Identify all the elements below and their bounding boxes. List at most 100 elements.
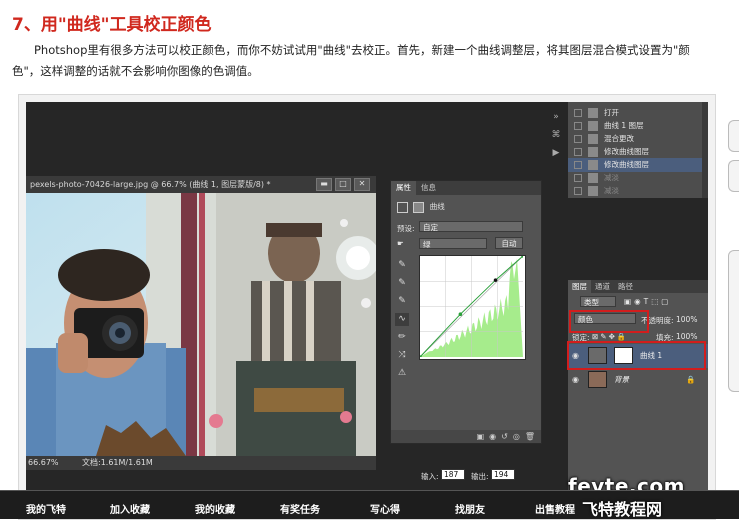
status-bar: 66.67% 文档:1.61M/1.61M [26, 456, 376, 470]
actions-tool-icon[interactable]: ▶ [546, 144, 566, 162]
curve-graph[interactable] [418, 254, 526, 360]
preset-label: 预设: [397, 224, 415, 233]
tab-paths[interactable]: 路径 [614, 280, 637, 293]
article-paragraph: Photshop里有很多方法可以校正颜色，而你不妨试试用"曲线"去校正。首先，新… [12, 43, 690, 78]
trash-icon[interactable]: 🗑 [525, 432, 535, 441]
preset-value: 自定 [423, 223, 438, 232]
history-item[interactable]: 混合更改 [568, 132, 702, 146]
history-checkbox[interactable] [574, 187, 582, 195]
eyedropper-white-icon[interactable]: ✎ [395, 295, 409, 308]
output-label: 输出: [471, 472, 489, 481]
doc-size-info: 文档:1.61M/1.61M [82, 458, 153, 467]
document-canvas[interactable] [26, 193, 376, 456]
history-checkbox[interactable] [574, 174, 582, 182]
side-widget-2[interactable] [728, 160, 739, 192]
zoom-level[interactable]: 66.67% [28, 456, 59, 470]
view-previous-icon[interactable]: ◉ [489, 432, 496, 441]
curve-control-point[interactable] [458, 312, 463, 317]
input-value-field[interactable]: 187 [441, 469, 465, 480]
curve-plot [418, 254, 525, 359]
tab-info[interactable]: 信息 [416, 181, 441, 195]
minimize-icon[interactable]: ▬ [316, 178, 332, 191]
tab-layers[interactable]: 图层 [568, 280, 591, 293]
document-tab-title: pexels-photo-70426-large.jpg @ 66.7% (曲线… [30, 180, 271, 189]
history-item[interactable]: 修改曲线图层 [568, 145, 702, 159]
history-state-icon [588, 108, 598, 118]
clipping-warning-icon[interactable]: ⚠ [395, 367, 409, 380]
reset-icon[interactable]: ↺ [501, 432, 508, 441]
lock-icon: 🔒 [686, 375, 696, 384]
close-icon[interactable]: ✕ [354, 178, 370, 191]
target-adjust-icon[interactable]: ☛ [397, 239, 404, 248]
history-scrollbar[interactable] [702, 102, 708, 198]
fill-value[interactable]: 100% [676, 332, 697, 341]
history-state-icon [588, 160, 598, 170]
history-item-label: 打开 [604, 108, 619, 117]
blend-mode-highlight [569, 310, 649, 333]
background-thumbnail [588, 371, 607, 388]
history-item-label: 曲线 1 图层 [604, 121, 644, 130]
footer-link[interactable]: 找朋友 [455, 501, 485, 516]
history-item-label: 修改曲线图层 [604, 147, 649, 156]
visibility-icon[interactable]: ◎ [513, 432, 520, 441]
history-tool-icon[interactable]: ⌘ [546, 126, 566, 144]
side-tool-icons: » ⌘ ▶ [546, 108, 566, 258]
curves-layer-highlight [567, 341, 706, 370]
history-checkbox[interactable] [574, 135, 582, 143]
history-item-label: 减淡 [604, 186, 619, 195]
eyedropper-black-icon[interactable]: ✎ [395, 259, 409, 272]
history-checkbox[interactable] [574, 161, 582, 169]
side-share-widget[interactable] [728, 250, 739, 392]
auto-button[interactable]: 自动 [495, 237, 523, 249]
eye-icon[interactable]: ◉ [572, 368, 582, 392]
watermark-site: 飞特教程网 [582, 500, 663, 519]
properties-footer: ▣ ◉ ↺ ◎ 🗑 [391, 430, 541, 443]
history-item[interactable]: 曲线 1 图层 [568, 119, 702, 133]
footer-link[interactable]: 写心得 [370, 501, 400, 516]
footer-link[interactable]: 我的飞特 [26, 501, 66, 516]
history-checkbox[interactable] [574, 122, 582, 130]
preset-dropdown[interactable]: 自定 [419, 221, 523, 232]
history-item-label: 修改曲线图层 [604, 160, 649, 169]
input-label: 输入: [421, 472, 439, 481]
history-item[interactable]: 修改曲线图层 [568, 158, 702, 172]
collapse-arrows-icon[interactable]: » [546, 108, 566, 126]
document-window-controls: ▬ □ ✕ [316, 176, 370, 193]
opacity-value[interactable]: 100% [676, 315, 697, 324]
layer-background-name: 背景 [614, 375, 629, 384]
channel-value: 绿 [423, 240, 431, 249]
maximize-icon[interactable]: □ [335, 178, 351, 191]
smooth-tool-icon[interactable]: ⤨ [395, 349, 409, 362]
history-item[interactable]: 减淡 [568, 184, 702, 198]
adjustment-mask-icon [413, 201, 425, 213]
footer-link[interactable]: 有奖任务 [280, 501, 320, 516]
history-panel: 打开 曲线 1 图层 混合更改 修改曲线图层 修改曲线图层 减淡 减淡 [568, 102, 702, 198]
layer-kind-filter[interactable]: 类型 [580, 296, 616, 307]
layer-background[interactable]: ◉ 背景 🔒 [568, 368, 708, 392]
history-item[interactable]: 打开 [568, 106, 702, 120]
article-heading: 7、用"曲线"工具校正颜色 [12, 15, 212, 35]
curve-control-point[interactable] [493, 278, 498, 282]
footer-link[interactable]: 出售教程 [535, 501, 575, 516]
curve-point-tool-icon[interactable]: ∿ [395, 313, 409, 326]
history-state-icon [588, 186, 598, 196]
footer-link[interactable]: 加入收藏 [110, 501, 150, 516]
channel-dropdown[interactable]: 绿 [419, 238, 487, 249]
history-checkbox[interactable] [574, 109, 582, 117]
history-item-label: 混合更改 [604, 134, 634, 143]
tab-properties[interactable]: 属性 [391, 181, 416, 195]
tab-channels[interactable]: 通道 [591, 280, 614, 293]
footer-link[interactable]: 我的收藏 [195, 501, 235, 516]
panel-name: 曲线 [429, 202, 445, 211]
history-checkbox[interactable] [574, 148, 582, 156]
clip-to-layer-icon[interactable]: ▣ [477, 432, 485, 441]
eyedropper-gray-icon[interactable]: ✎ [395, 277, 409, 290]
output-value-field[interactable]: 194 [491, 469, 515, 480]
footer-center-text: PhotoShop平面设计吧 【www.lineco.com/tieba/178… [330, 3, 679, 17]
filter-icons[interactable]: ▣◉T⬚▢ [624, 297, 671, 306]
side-widget-1[interactable] [728, 120, 739, 152]
history-item[interactable]: 减淡 [568, 171, 702, 185]
history-state-icon [588, 134, 598, 144]
pencil-tool-icon[interactable]: ✏ [395, 331, 409, 344]
lock-icons[interactable]: ⊠✎✥🔒 [592, 332, 628, 341]
